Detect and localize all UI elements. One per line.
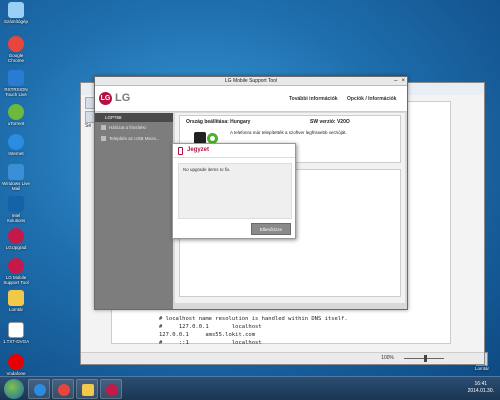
dialog-message: No upgrade items to fix. <box>183 167 231 172</box>
desktop-icon-label: RSTRSION Touch Live <box>4 87 28 97</box>
desktop-icon-label: Intel Solutions <box>6 213 26 223</box>
minimize-icon[interactable]: – <box>394 78 397 84</box>
taskbar-lg-tool[interactable] <box>100 379 122 399</box>
phone-icon <box>178 147 183 155</box>
side-label: Sé <box>85 123 92 129</box>
desktop-icon-label: uTorrent <box>7 121 25 126</box>
desktop-icon-label: Számítógép <box>3 19 28 24</box>
code-line: # 127.0.0.1 localhost <box>159 324 262 330</box>
desktop-icon-utorrent[interactable]: uTorrent <box>2 104 30 126</box>
desktop-icon-document[interactable]: 1.TXT-DVGA <box>2 322 30 344</box>
lg-logo-icon: LG <box>99 92 112 105</box>
sidebar-item-usb-install[interactable]: Telepítés az USB Meza... <box>95 133 173 144</box>
desktop-icon-lgupgrad[interactable]: LGUpgrad <box>2 228 30 250</box>
status-message: A telefonra már telepítették a szoftver … <box>230 130 347 135</box>
close-icon[interactable]: × <box>401 78 405 84</box>
dialog-title: Jegyzet <box>187 147 210 153</box>
document-icon <box>8 322 24 338</box>
sidebar-header: LGP768 <box>95 113 173 122</box>
desktop-icon-chrome[interactable]: Google Chrome <box>2 36 30 63</box>
code-line: 127.0.0.1 ams55.lokit.com <box>159 332 256 338</box>
dialog-message-box: No upgrade items to fix. <box>178 163 292 219</box>
sidebar-item-network-update[interactable]: Hálózat a frissítési <box>95 122 173 133</box>
desktop-icon-internet[interactable]: Internet <box>2 134 30 156</box>
clock-date: 2014.01.30. <box>467 388 494 394</box>
chrome-icon <box>58 384 70 396</box>
desktop-icon-label: LGUpgrad <box>5 245 27 250</box>
start-button[interactable] <box>4 379 24 399</box>
sw-version: SW verzió: V20O <box>310 119 350 125</box>
desktop-icon-folder[interactable]: Lomtár <box>2 290 30 312</box>
system-clock[interactable]: 16:41 2014.01.30. <box>468 381 494 395</box>
app-header: LG LG További információk Opciók / Infor… <box>95 86 407 112</box>
lg-icon <box>8 258 24 274</box>
usb-icon <box>101 136 106 141</box>
desktop-icon-label: LG Mobile Support Tool <box>3 275 29 285</box>
network-icon <box>101 125 106 130</box>
desktop-icon-intel[interactable]: Intel Solutions <box>2 196 30 223</box>
recycle-bin-label: Lomtár <box>474 366 489 371</box>
menu-options[interactable]: Opciók / Információk <box>347 96 396 102</box>
taskbar-chrome[interactable] <box>52 379 74 399</box>
device-model: LGP768 <box>105 115 122 120</box>
mail-icon <box>8 164 24 180</box>
desktop-icon-lg-support[interactable]: LG Mobile Support Tool <box>2 258 30 285</box>
window-title: LG Mobile Support Tool <box>224 78 278 84</box>
notice-dialog: Jegyzet No upgrade items to fix. Ellenőr… <box>172 143 296 239</box>
desktop-icon-mail[interactable]: Windows Live Mail <box>2 164 30 191</box>
zoom-level: 100% <box>381 355 394 361</box>
app-icon <box>8 70 24 86</box>
taskbar-explorer[interactable] <box>76 379 98 399</box>
chrome-icon <box>8 36 24 52</box>
ie-icon <box>34 384 46 396</box>
brand-text: LG <box>115 92 131 104</box>
intel-icon <box>8 196 24 212</box>
desktop-icon-label: 1.TXT-DVGA <box>2 339 30 344</box>
vodafone-icon <box>8 354 24 370</box>
sidebar: LGP768 Hálózat a frissítési Telepítés az… <box>95 113 173 309</box>
folder-icon <box>8 290 24 306</box>
lg-icon <box>106 384 118 396</box>
desktop-icon-computer[interactable]: Számítógép <box>2 2 30 24</box>
desktop-icon-label: Internet <box>8 151 24 156</box>
internet-icon <box>8 134 24 150</box>
desktop-icon-label: Lomtár <box>8 307 23 312</box>
desktop-icon-label: Windows Live Mail <box>2 181 30 191</box>
desktop-icon-label: Google Chrome <box>7 53 24 63</box>
window-titlebar: LG Mobile Support Tool – × <box>95 77 407 86</box>
taskbar-ie[interactable] <box>28 379 50 399</box>
code-line: # ::1 localhost <box>159 340 262 346</box>
folder-icon <box>82 384 94 396</box>
taskbar: 16:41 2014.01.30. <box>0 376 500 400</box>
computer-icon <box>8 2 24 18</box>
lg-icon <box>8 228 24 244</box>
code-line: # localhost name resolution is handled w… <box>159 316 348 322</box>
desktop-icon-touch-live[interactable]: RSTRSION Touch Live <box>2 70 30 97</box>
status-bar: 100% <box>81 352 484 364</box>
logo-text: LG <box>100 95 111 102</box>
menu-more-info[interactable]: További információk <box>289 96 338 102</box>
dialog-header: Jegyzet <box>173 144 295 158</box>
sidebar-item-label: Telepítés az USB Meza... <box>109 136 160 141</box>
clock-time: 16:41 <box>474 381 488 387</box>
zoom-slider-handle[interactable] <box>424 355 427 362</box>
sidebar-item-label: Hálózat a frissítési <box>109 125 146 130</box>
check-button[interactable]: Ellenőrizze <box>251 223 291 235</box>
country-label: Ország beállítása: Hungary <box>186 119 251 125</box>
utorrent-icon <box>8 104 24 120</box>
